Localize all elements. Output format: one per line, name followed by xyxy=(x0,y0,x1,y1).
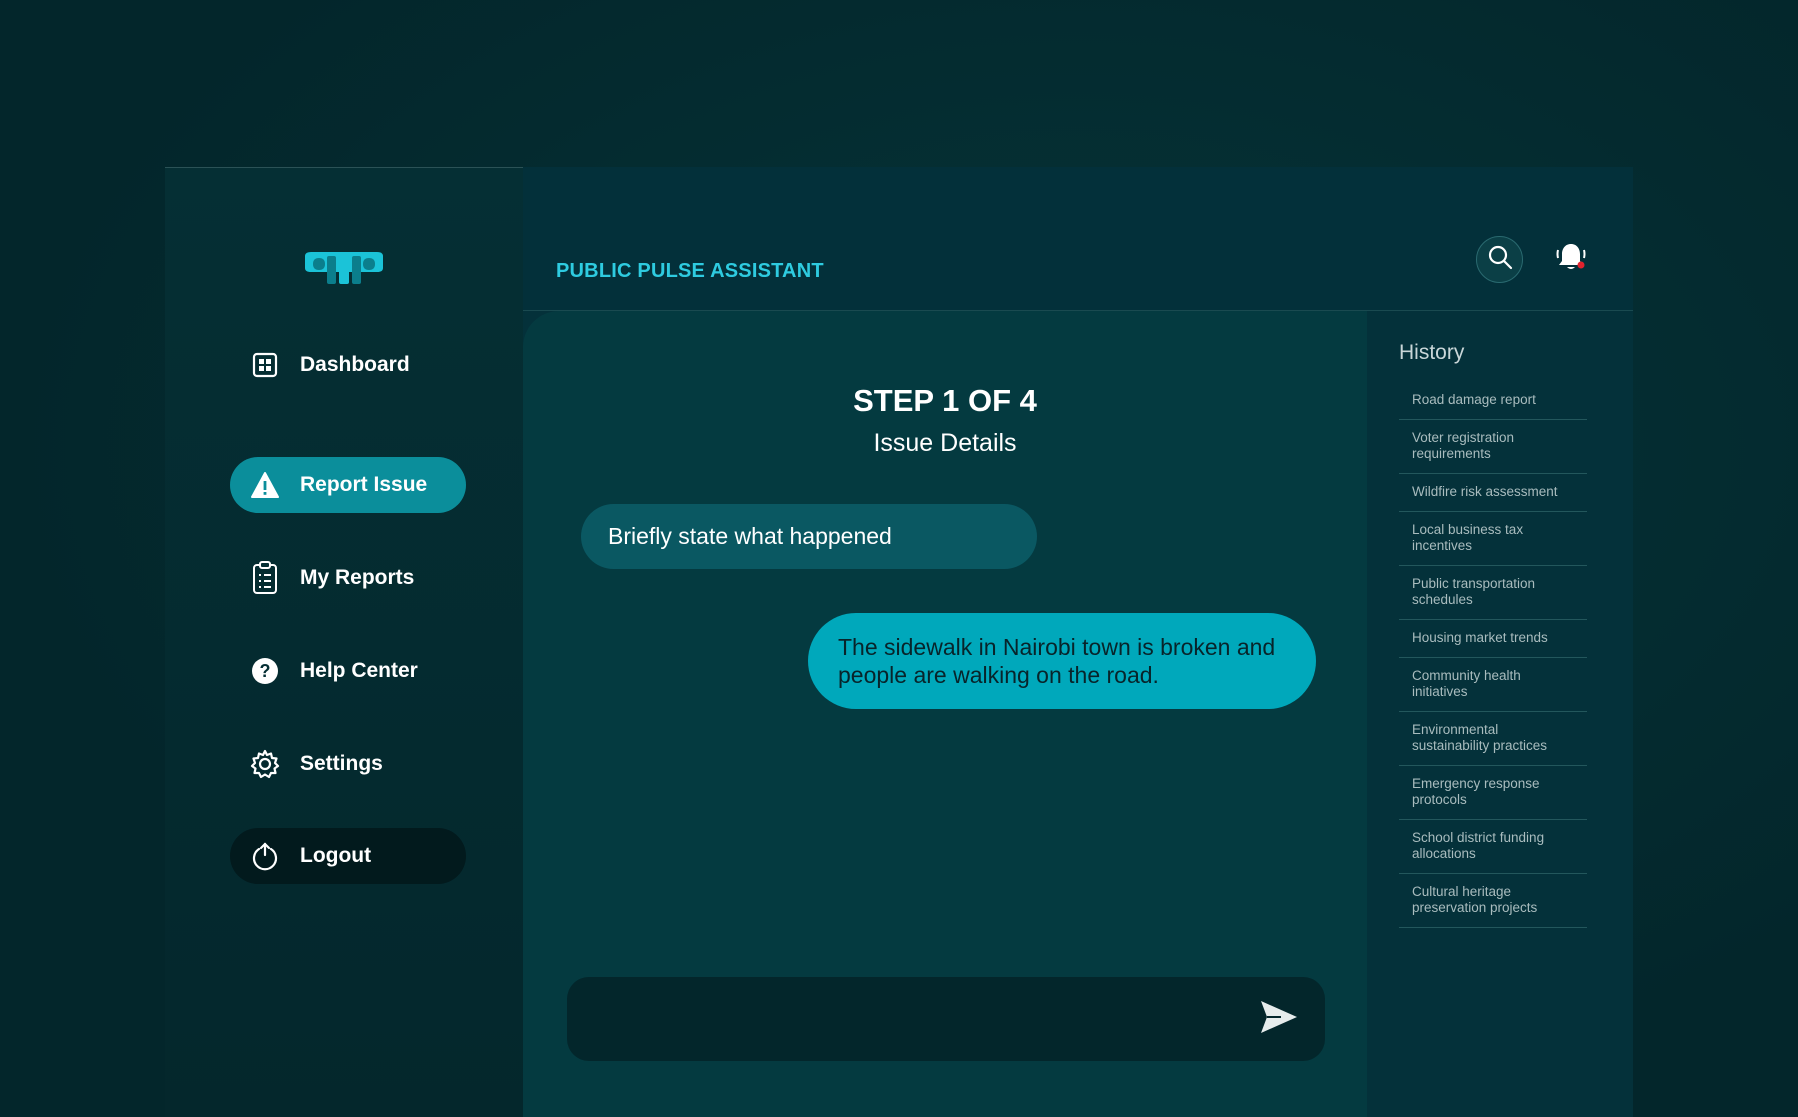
bell-icon xyxy=(1554,240,1588,279)
history-item[interactable]: Environmental sustainability practices xyxy=(1399,712,1587,766)
message-input[interactable] xyxy=(591,995,1231,1043)
history-list: Road damage report Voter registration re… xyxy=(1399,382,1587,928)
sidebar-item-label: Report Issue xyxy=(300,473,428,496)
sidebar-item-my-reports[interactable]: My Reports xyxy=(230,550,466,606)
history-item[interactable]: Housing market trends xyxy=(1399,620,1587,658)
notification-dot xyxy=(1577,261,1585,268)
top-bar: PUBLIC PULSE ASSISTANT xyxy=(523,167,1633,311)
history-item[interactable]: Voter registration requirements xyxy=(1399,420,1587,474)
search-icon xyxy=(1487,244,1513,275)
search-button[interactable] xyxy=(1476,236,1523,283)
history-item[interactable]: Cultural heritage preservation projects xyxy=(1399,874,1587,928)
history-title: History xyxy=(1399,341,1465,364)
chat-panel: STEP 1 OF 4 Issue Details Briefly state … xyxy=(523,311,1367,1117)
history-item[interactable]: School district funding allocations xyxy=(1399,820,1587,874)
sidebar-item-report-issue[interactable]: Report Issue xyxy=(230,457,466,513)
svg-text:?: ? xyxy=(260,661,271,681)
app-title: PUBLIC PULSE ASSISTANT xyxy=(556,260,824,282)
sidebar-item-label: My Reports xyxy=(300,566,415,589)
history-item[interactable]: Road damage report xyxy=(1399,382,1587,420)
gear-icon xyxy=(250,749,280,779)
user-message: The sidewalk in Nairobi town is broken a… xyxy=(808,613,1316,709)
assistant-message: Briefly state what happened xyxy=(581,504,1037,569)
send-button[interactable] xyxy=(1257,997,1301,1041)
notifications-button[interactable] xyxy=(1549,237,1593,281)
warning-icon xyxy=(250,470,280,500)
send-icon xyxy=(1259,999,1299,1040)
history-item[interactable]: Local business tax incentives xyxy=(1399,512,1587,566)
main-panel: PUBLIC PULSE ASSISTANT STEP 1 OF 4 Issue… xyxy=(523,167,1633,1117)
sidebar-item-label: Dashboard xyxy=(300,353,410,376)
logout-button[interactable]: Logout xyxy=(230,828,466,884)
step-subtitle: Issue Details xyxy=(873,429,1017,457)
history-item[interactable]: Public transportation schedules xyxy=(1399,566,1587,620)
history-panel: History Road damage report Voter registr… xyxy=(1367,311,1633,1117)
help-icon: ? xyxy=(250,656,280,686)
sidebar-item-dashboard[interactable]: Dashboard xyxy=(230,337,466,393)
history-item[interactable]: Wildfire risk assessment xyxy=(1399,474,1587,512)
message-composer xyxy=(567,977,1325,1061)
step-indicator: STEP 1 OF 4 xyxy=(853,383,1037,418)
sidebar-item-label: Logout xyxy=(300,844,372,867)
sidebar-item-label: Settings xyxy=(300,752,383,775)
clipboard-icon xyxy=(250,561,280,594)
app-window: Dashboard Report Issue My Reports ? Help… xyxy=(0,0,1798,1117)
sidebar-item-settings[interactable]: Settings xyxy=(230,736,466,792)
history-item[interactable]: Emergency response protocols xyxy=(1399,766,1587,820)
sidebar-item-help-center[interactable]: ? Help Center xyxy=(230,643,466,699)
sidebar-item-label: Help Center xyxy=(300,659,418,682)
app-logo xyxy=(301,250,387,286)
power-icon xyxy=(250,841,280,871)
dashboard-grid-icon xyxy=(250,350,280,380)
sidebar: Dashboard Report Issue My Reports ? Help… xyxy=(165,167,523,1117)
history-item[interactable]: Community health initiatives xyxy=(1399,658,1587,712)
